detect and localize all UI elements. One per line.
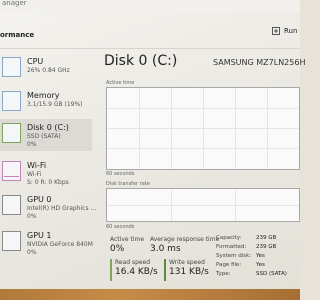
run-task-icon: [272, 27, 280, 35]
sidebar-item-detail: SSD (SATA): [27, 133, 61, 140]
active-time-value: 0%: [110, 244, 125, 254]
disk-model-name: SAMSUNG MZ7LN256H: [213, 58, 306, 67]
sidebar-item-detail: NVIDIA GeForce 840M: [27, 241, 93, 248]
performance-heading: ormance: [0, 31, 35, 39]
page-title: Disk 0 (C:): [104, 53, 178, 69]
gpu1-thumbnail-graph: [2, 231, 21, 251]
sidebar-item-label: CPU: [27, 57, 44, 66]
sidebar-item-wifi[interactable]: Wi-Fi Wi-Fi S: 0 R: 0 Kbps: [0, 157, 92, 189]
sidebar-item-label: GPU 1: [27, 231, 52, 240]
sidebar-item-disk-0[interactable]: Disk 0 (C:) SSD (SATA) 0%: [0, 119, 92, 151]
spec-value: 239 GB: [256, 235, 277, 241]
spec-label: Type:: [216, 271, 231, 277]
sidebar-item-label: Memory: [27, 91, 60, 100]
spec-value: SSD (SATA): [256, 271, 287, 277]
write-speed-label: Write speed: [169, 259, 205, 266]
write-speed-value: 131 KB/s: [169, 267, 209, 277]
screen: anager ormance Run CPU 26% 0.84 GHz Memo…: [0, 0, 305, 300]
sidebar-item-gpu-0[interactable]: GPU 0 Intel(R) HD Graphics ... 0%: [0, 191, 96, 223]
spec-label: Formatted:: [216, 244, 247, 250]
window-title: anager: [2, 0, 27, 7]
sidebar-item-detail: 3.1/15.9 GB (19%): [27, 101, 83, 108]
active-time-axis-label: 60 seconds: [106, 171, 135, 177]
disk-thumbnail-graph: [2, 123, 21, 143]
transfer-rate-axis-label: 60 seconds: [106, 224, 135, 230]
response-time-label: Average response time: [150, 236, 220, 243]
sidebar-item-label: Disk 0 (C:): [27, 123, 69, 132]
read-speed-label: Read speed: [115, 259, 151, 266]
sidebar-item-detail: 26% 0.84 GHz: [27, 67, 70, 74]
cpu-thumbnail-graph: [2, 57, 21, 77]
response-time-value: 3.0 ms: [150, 244, 181, 254]
sidebar-item-cpu[interactable]: CPU 26% 0.84 GHz: [0, 53, 92, 85]
sidebar-item-usage: 0%: [27, 249, 37, 256]
header-bar: ormance: [0, 18, 300, 49]
read-speed-value: 16.4 KB/s: [115, 267, 158, 277]
gpu0-thumbnail-graph: [2, 195, 21, 215]
sidebar-item-usage: 0%: [27, 141, 37, 148]
read-speed-indicator: [110, 259, 112, 281]
desk-surface: [0, 289, 300, 300]
spec-value: Yes: [256, 253, 265, 259]
sidebar-item-memory[interactable]: Memory 3.1/15.9 GB (19%): [0, 87, 92, 119]
active-time-graph: [106, 87, 300, 170]
spec-label: System disk:: [216, 253, 252, 259]
active-time-graph-label: Active time: [106, 80, 135, 86]
sidebar-item-detail: Wi-Fi: [27, 171, 42, 178]
sidebar-item-detail: Intel(R) HD Graphics ...: [27, 205, 97, 212]
sidebar-item-label: GPU 0: [27, 195, 52, 204]
disk-detail-pane: Disk 0 (C:) SAMSUNG MZ7LN256H Active tim…: [104, 53, 305, 300]
title-bar: anager: [0, 0, 300, 12]
sidebar-item-gpu-1[interactable]: GPU 1 NVIDIA GeForce 840M 0%: [0, 227, 93, 259]
performance-sidebar: CPU 26% 0.84 GHz Memory 3.1/15.9 GB (19%…: [0, 53, 96, 300]
memory-thumbnail-graph: [2, 91, 21, 111]
sidebar-item-throughput: S: 0 R: 0 Kbps: [27, 179, 69, 186]
run-new-task-button[interactable]: Run: [272, 24, 297, 38]
sidebar-item-usage: 0%: [27, 213, 37, 220]
active-time-label: Active time: [110, 236, 145, 243]
spec-value: 239 GB: [256, 244, 277, 250]
run-label: Run: [284, 27, 298, 35]
wifi-thumbnail-graph: [2, 161, 21, 181]
transfer-rate-graph-label: Disk transfer rate: [106, 181, 150, 187]
spec-value: Yes: [256, 262, 265, 268]
write-speed-indicator: [164, 259, 166, 281]
spec-label: Capacity:: [216, 235, 242, 241]
transfer-rate-graph: [106, 188, 300, 222]
sidebar-item-label: Wi-Fi: [27, 161, 47, 170]
spec-label: Page file:: [216, 262, 242, 268]
